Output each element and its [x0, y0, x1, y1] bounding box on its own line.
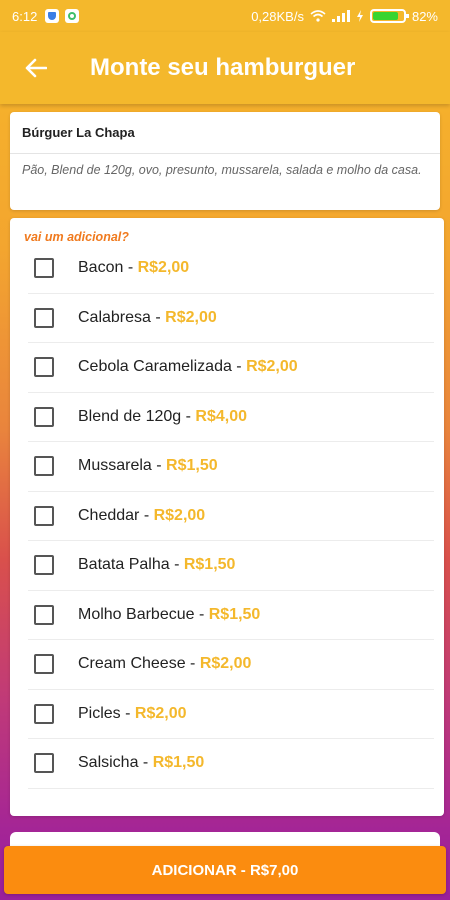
extra-price: R$1,50: [166, 457, 218, 475]
extra-name: Calabresa: [78, 308, 151, 326]
extra-separator: -: [169, 556, 184, 574]
network-speed: 0,28KB/s: [251, 8, 304, 24]
extra-separator: -: [181, 407, 196, 425]
extra-item[interactable]: Blend de 120g - R$4,00: [28, 393, 434, 442]
extras-title: vai um adicional?: [24, 230, 129, 244]
extra-name: Cebola Caramelizada: [78, 358, 232, 376]
charging-icon: [356, 10, 363, 22]
extra-item[interactable]: Picles - R$2,00: [28, 690, 434, 739]
status-time: 6:12: [12, 8, 38, 24]
signal-icon: [331, 10, 350, 22]
app-bar: Monte seu hamburguer: [0, 32, 450, 104]
extra-name: Cheddar: [78, 506, 140, 524]
extra-name: Mussarela: [78, 457, 152, 475]
extras-list: Bacon - R$2,00 Calabresa - R$2,00 Cebola C…: [28, 244, 434, 789]
checkbox[interactable]: [34, 753, 54, 774]
extra-item[interactable]: Calabresa - R$2,00: [28, 294, 434, 343]
extra-item[interactable]: Cebola Caramelizada - R$2,00: [28, 343, 434, 393]
extra-separator: -: [185, 655, 200, 673]
checkbox[interactable]: [34, 703, 54, 724]
checkbox[interactable]: [34, 505, 54, 526]
extra-separator: -: [120, 704, 135, 722]
battery-fill: [372, 12, 398, 20]
checkbox[interactable]: [34, 258, 54, 279]
extra-item[interactable]: Molho Barbecue - R$1,50: [28, 591, 434, 640]
product-name: Búrguer La Chapa: [10, 112, 440, 154]
extra-separator: -: [151, 457, 167, 475]
wifi-icon: [310, 10, 326, 22]
checkbox[interactable]: [34, 654, 54, 675]
extra-name: Batata Palha: [78, 556, 170, 574]
product-card: Búrguer La Chapa Pão, Blend de 120g, ovo…: [10, 112, 440, 210]
extra-price: R$1,50: [208, 605, 261, 623]
extra-price: R$1,50: [152, 754, 205, 772]
page-title: Monte seu hamburguer: [90, 54, 356, 81]
extra-name: Blend de 120g: [78, 407, 182, 425]
status-right: 0,28KB/s 82%: [251, 9, 438, 24]
checkbox[interactable]: [34, 604, 54, 625]
extra-name: Molho Barbecue: [78, 605, 195, 623]
extra-price: R$2,00: [153, 506, 206, 524]
extra-price: R$2,00: [199, 655, 252, 673]
extra-name: Picles: [78, 704, 121, 722]
extra-item[interactable]: Mussarela - R$1,50: [28, 442, 434, 492]
extra-item[interactable]: Bacon - R$2,00: [28, 244, 434, 294]
extra-price: R$1,50: [183, 556, 236, 574]
extra-name: Bacon: [78, 259, 124, 277]
extra-separator: -: [138, 754, 153, 772]
checkbox[interactable]: [34, 307, 54, 328]
extra-price: R$2,00: [165, 308, 217, 326]
status-bar: 6:12 0,28KB/s 82%: [0, 0, 450, 32]
extra-separator: -: [150, 308, 166, 326]
product-description: Pão, Blend de 120g, ovo, presunto, mussa…: [22, 163, 422, 177]
arrow-left-icon: [25, 58, 47, 78]
extra-name: Cream Cheese: [78, 655, 186, 673]
add-button[interactable]: ADICIONAR - R$7,00: [4, 846, 446, 894]
extra-separator: -: [194, 605, 209, 623]
checkbox[interactable]: [34, 555, 54, 576]
battery-icon: [369, 9, 409, 23]
checkbox[interactable]: [34, 406, 54, 427]
extra-item[interactable]: Cream Cheese - R$2,00: [28, 640, 434, 690]
extra-separator: -: [123, 259, 138, 277]
extra-separator: -: [139, 506, 154, 524]
extra-price: R$2,00: [246, 358, 298, 376]
extra-item[interactable]: Salsicha - R$1,50: [28, 739, 434, 789]
checkbox[interactable]: [34, 456, 54, 477]
extra-item[interactable]: Cheddar - R$2,00: [28, 492, 434, 541]
back-button[interactable]: [16, 48, 56, 88]
battery-percent: 82%: [411, 8, 438, 24]
extra-name: Salsicha: [78, 754, 139, 772]
extra-price: R$4,00: [195, 407, 248, 425]
extras-card: vai um adicional? Bacon - R$2,00 Calabres…: [10, 218, 444, 816]
extra-price: R$2,00: [134, 704, 187, 722]
checkbox[interactable]: [34, 357, 54, 378]
extra-separator: -: [231, 358, 247, 376]
chat-icon: [65, 9, 80, 23]
extra-price: R$2,00: [137, 259, 190, 277]
shield-icon: [45, 9, 60, 23]
extra-item[interactable]: Batata Palha - R$1,50: [28, 541, 434, 591]
